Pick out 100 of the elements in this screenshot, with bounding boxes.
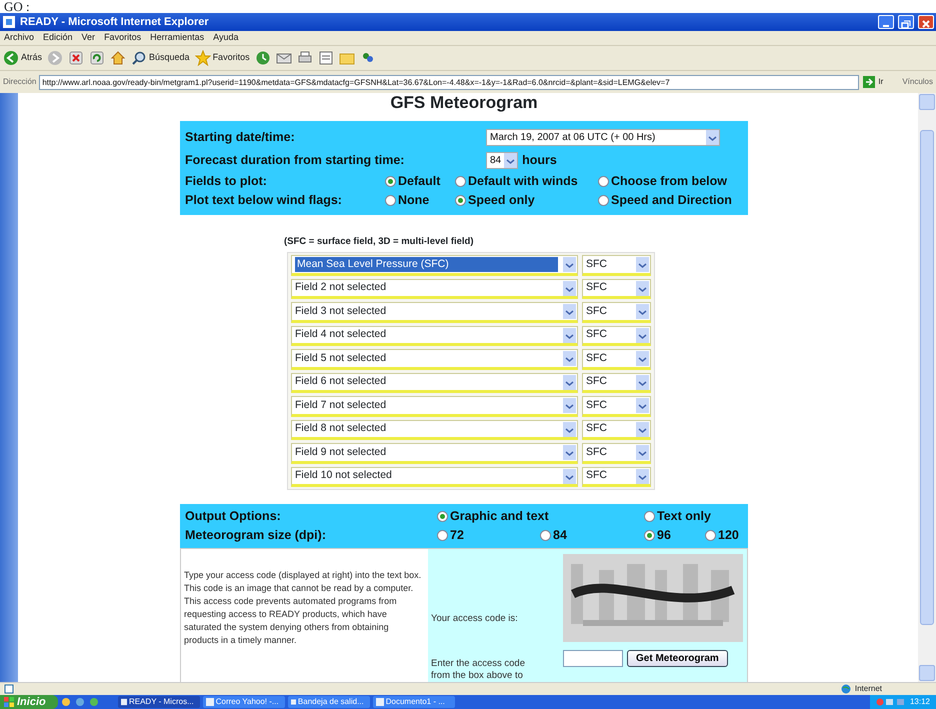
field-select[interactable]: Field 2 not selected [291, 278, 578, 300]
radio-button[interactable] [455, 195, 466, 206]
taskbar-button[interactable]: Documento1 - ... [372, 696, 455, 708]
address-field[interactable]: http://www.arl.noaa.gov/ready-bin/metgram1.pl?userid=1190&metdata=GFS&mdatacfg=GFSNH&Lat=36.67&Lon=-4.48&x=-1&y=-1&Rad=6.0&nrcid=&plant=&sid=LEMG&elev=7 [39, 74, 860, 90]
radio-button[interactable] [437, 530, 448, 542]
refresh-button[interactable] [89, 50, 106, 66]
radio-button[interactable] [644, 530, 655, 542]
menu-item[interactable]: Ayuda [213, 31, 238, 45]
access-code-explanation: Type your access code (displayed at right) into the text box. This code is an image that cannot be read by a computer. This access code prevents automated programs from requesting access to READY products, which have saturated the system denying others from obtaining products in a timely manner. [183, 569, 422, 648]
quick-launch-icon[interactable] [74, 697, 85, 707]
option-text: 96 [657, 527, 671, 544]
start-button[interactable]: Inicio [0, 695, 58, 709]
radio-button[interactable] [437, 511, 448, 522]
option-text: Default [398, 173, 440, 190]
level-select[interactable]: SFC [582, 372, 651, 394]
radio-button[interactable] [705, 530, 716, 542]
quick-launch-icon[interactable] [60, 697, 71, 707]
scrollbar[interactable] [918, 93, 936, 682]
menu-item[interactable]: Herramientas [150, 31, 204, 45]
field-select[interactable]: Field 3 not selected [291, 302, 578, 323]
go-button[interactable]: Ir [862, 75, 884, 89]
page-title: GFS Meteorogram [389, 94, 539, 112]
option-text: Choose from below [611, 173, 727, 190]
radio-button[interactable] [598, 176, 609, 187]
radio-button[interactable] [385, 195, 396, 206]
field-select[interactable]: Field 8 not selected [291, 420, 578, 440]
windows-logo-icon [4, 697, 14, 707]
quick-launch-icon[interactable] [88, 697, 99, 707]
level-select[interactable]: SFC [582, 278, 651, 300]
stop-icon [68, 50, 84, 66]
level-select[interactable]: SFC [582, 443, 651, 464]
option-label: Output Options: [185, 508, 282, 526]
field-select[interactable]: Field 7 not selected [291, 396, 578, 417]
home-button[interactable] [110, 50, 126, 66]
zone-label: Internet [854, 683, 882, 695]
option-label: Fields to plot: [185, 173, 268, 190]
close-button[interactable] [918, 15, 934, 29]
edit-button[interactable] [318, 50, 334, 66]
edit-icon [318, 50, 334, 66]
level-select[interactable]: SFC [582, 420, 651, 440]
ie-icon [2, 15, 16, 29]
forward-button[interactable] [47, 50, 64, 66]
menu-item[interactable]: Ver [82, 31, 96, 45]
get-meteorogram-button[interactable]: Get Meteorogram [627, 650, 728, 668]
menu-item[interactable]: Edición [43, 31, 73, 45]
radio-button[interactable] [455, 176, 466, 187]
links-label[interactable]: Vínculos [902, 76, 933, 88]
field-select[interactable]: Field 10 not selected [291, 466, 578, 488]
restore-button[interactable] [898, 15, 914, 29]
taskbar-button[interactable]: READY - Micros... [118, 696, 200, 708]
level-select[interactable]: SFC [582, 396, 651, 417]
radio-button[interactable] [644, 511, 655, 522]
option-label: Meteorogram size (dpi): [185, 527, 327, 544]
access-code-field[interactable] [563, 650, 623, 668]
minimize-button[interactable] [878, 15, 894, 29]
refresh-icon [89, 50, 106, 66]
window-icon [120, 698, 127, 706]
option-text: 72 [450, 527, 464, 544]
option-text: Speed only [468, 192, 535, 210]
back-icon [3, 50, 19, 66]
stop-button[interactable] [68, 50, 84, 66]
option-text: Graphic and text [450, 508, 549, 526]
taskbar-button[interactable]: Correo Yahoo! -... [202, 696, 285, 708]
field-select[interactable]: Mean Sea Level Pressure (SFC) [291, 255, 578, 276]
option-label: Plot text below wind flags: [185, 192, 343, 210]
restore-icon [901, 20, 911, 29]
field-select[interactable]: Field 4 not selected [291, 326, 578, 346]
field-select[interactable]: Field 6 not selected [291, 372, 578, 394]
page-icon [4, 684, 14, 694]
search-icon [131, 50, 148, 66]
field-select[interactable]: Field 5 not selected [291, 349, 578, 370]
window-title: READY - Microsoft Internet Explorer [20, 14, 210, 30]
option-text: Speed and Direction [611, 192, 732, 210]
radio-button[interactable] [540, 530, 551, 542]
forward-icon [47, 50, 64, 66]
menu-item[interactable]: Archivo [4, 31, 34, 45]
back-button[interactable]: Atrás [3, 50, 42, 66]
level-select[interactable]: SFC [582, 302, 651, 323]
radio-button[interactable] [385, 176, 396, 187]
radio-button[interactable] [598, 195, 609, 206]
address-label: Dirección [3, 76, 36, 88]
level-select[interactable]: SFC [582, 255, 651, 276]
history-button[interactable] [254, 50, 271, 66]
favorites-button[interactable]: Favoritos [194, 50, 250, 66]
option-text: 84 [553, 527, 567, 544]
window-icon [290, 698, 296, 706]
option-text: None [398, 192, 430, 210]
option-label: Starting date/time: [185, 129, 296, 146]
field-select[interactable]: Field 9 not selected [291, 443, 578, 464]
duration-select[interactable]: 84 [486, 152, 518, 169]
date-select[interactable]: March 19, 2007 at 06 UTC (+ 00 Hrs) [486, 129, 720, 146]
unit-label: hours [522, 152, 557, 170]
option-text: Text only [657, 508, 711, 526]
taskbar-button[interactable]: Bandeja de salid... [288, 696, 370, 708]
level-select[interactable]: SFC [582, 349, 651, 370]
search-button[interactable]: Búsqueda [131, 50, 190, 66]
enter-code-label: Enter the access code from the box above to [431, 658, 526, 682]
level-select[interactable]: SFC [582, 326, 651, 346]
level-select[interactable]: SFC [582, 466, 651, 488]
menu-item[interactable]: Favoritos [104, 31, 142, 45]
